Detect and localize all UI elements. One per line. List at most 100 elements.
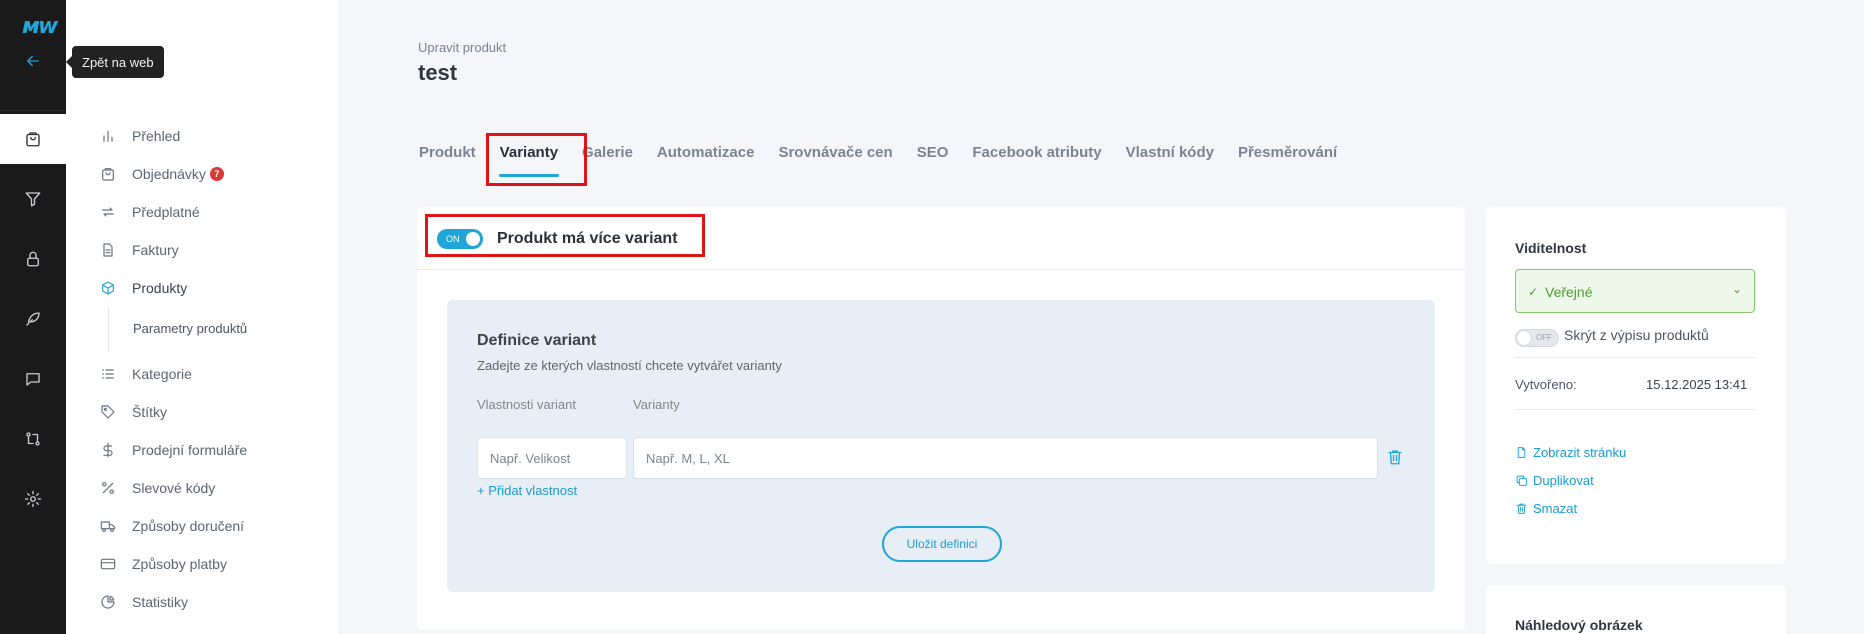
sidebar-item-invoices[interactable]: Faktury bbox=[100, 242, 179, 258]
visibility-select[interactable]: ✓ Veřejné ⌄ bbox=[1515, 269, 1755, 313]
rail-item-messages[interactable] bbox=[0, 354, 66, 404]
tab-redirects[interactable]: Přesměrování bbox=[1238, 144, 1337, 161]
chat-icon bbox=[26, 373, 40, 386]
divider bbox=[1515, 409, 1755, 410]
tab-price-comparators[interactable]: Srovnávače cen bbox=[778, 144, 892, 161]
created-label: Vytvořeno: bbox=[1515, 377, 1577, 392]
divider bbox=[1515, 357, 1755, 358]
sidebar-item-subscriptions[interactable]: Předplatné bbox=[100, 204, 200, 220]
hide-from-listing-toggle[interactable]: OFF bbox=[1515, 329, 1559, 347]
sidebar-item-label: Objednávky bbox=[132, 166, 206, 182]
tag-icon bbox=[101, 405, 115, 419]
hide-from-listing-label: Skrýt z výpisu produktů bbox=[1564, 327, 1709, 343]
funnel-icon bbox=[25, 192, 41, 207]
repeat-icon bbox=[102, 207, 114, 217]
sidebar-item-label: Způsoby doručení bbox=[132, 518, 245, 534]
truck-icon bbox=[100, 521, 116, 532]
sidebar-item-label: Statistiky bbox=[132, 594, 189, 610]
list-icon bbox=[102, 369, 114, 379]
cube-icon bbox=[102, 281, 114, 295]
sidebar-item-delivery[interactable]: Způsoby doručení bbox=[100, 518, 244, 534]
tab-custom-codes[interactable]: Vlastní kódy bbox=[1126, 144, 1214, 161]
rail-item-funnel[interactable] bbox=[0, 174, 66, 224]
credit-card-icon bbox=[100, 558, 116, 570]
sidebar: Přehled Objednávky 7 Předplatné Faktury … bbox=[66, 0, 338, 634]
visibility-value: Veřejné bbox=[1545, 284, 1593, 300]
rail-item-affiliate[interactable] bbox=[0, 414, 66, 464]
submenu-line bbox=[108, 306, 109, 352]
file-icon bbox=[1517, 447, 1526, 458]
toggle-state-label: OFF bbox=[1536, 333, 1552, 342]
visibility-card: Viditelnost ✓ Veřejné ⌄ OFF Skrýt z výpi… bbox=[1486, 207, 1786, 564]
tab-produkt[interactable]: Produkt bbox=[419, 144, 476, 161]
variants-input[interactable] bbox=[633, 437, 1378, 479]
save-definition-button[interactable]: Uložit definici bbox=[882, 526, 1002, 562]
document-icon bbox=[103, 243, 113, 257]
variants-label: Varianty bbox=[633, 397, 680, 412]
view-page-link[interactable]: Zobrazit stránku bbox=[1515, 445, 1626, 460]
rail-item-shop[interactable] bbox=[0, 114, 66, 164]
back-to-web-button[interactable] bbox=[0, 46, 66, 76]
sidebar-item-categories[interactable]: Kategorie bbox=[100, 366, 192, 382]
card-divider bbox=[417, 269, 1465, 270]
property-label: Vlastnosti variant bbox=[477, 397, 576, 412]
tab-automatizace[interactable]: Automatizace bbox=[657, 144, 755, 161]
add-property-button[interactable]: + Přidat vlastnost bbox=[477, 483, 577, 498]
sidebar-item-label: Prodejní formuláře bbox=[132, 442, 248, 458]
shopping-bag-icon bbox=[102, 168, 114, 181]
definition-title: Definice variant bbox=[477, 332, 597, 349]
definition-subtitle: Zadejte ze kterých vlastností chcete vyt… bbox=[477, 358, 782, 373]
variants-heading: Produkt má více variant bbox=[497, 230, 678, 247]
action-label: Duplikovat bbox=[1533, 473, 1594, 488]
percent-icon bbox=[102, 482, 114, 494]
rail-item-members[interactable] bbox=[0, 234, 66, 284]
rail-item-blog[interactable] bbox=[0, 294, 66, 344]
sidebar-item-sales-forms[interactable]: Prodejní formuláře bbox=[100, 442, 247, 458]
check-icon: ✓ bbox=[1528, 285, 1539, 299]
shopping-bag-icon bbox=[26, 132, 40, 147]
sidebar-subitem-product-parameters[interactable]: Parametry produktů bbox=[133, 321, 247, 336]
sidebar-item-label: Způsoby platby bbox=[132, 556, 227, 572]
gear-icon bbox=[24, 490, 42, 508]
bar-chart-icon bbox=[103, 130, 113, 142]
multiple-variants-toggle[interactable]: ON bbox=[437, 229, 483, 249]
sidebar-item-label: Slevové kódy bbox=[132, 480, 216, 496]
rail-divider bbox=[0, 110, 66, 111]
sidebar-item-overview[interactable]: Přehled bbox=[100, 128, 180, 144]
orders-count-badge: 7 bbox=[209, 167, 224, 181]
property-input[interactable] bbox=[477, 437, 627, 479]
git-compare-icon bbox=[26, 432, 40, 446]
visibility-title: Viditelnost bbox=[1515, 240, 1587, 256]
rail-item-settings[interactable] bbox=[0, 474, 66, 524]
sidebar-item-products[interactable]: Produkty bbox=[100, 280, 187, 296]
sidebar-item-label: Kategorie bbox=[132, 366, 192, 382]
sidebar-item-statistics[interactable]: Statistiky bbox=[100, 594, 188, 610]
trash-icon bbox=[1388, 450, 1402, 465]
tab-seo[interactable]: SEO bbox=[917, 144, 949, 161]
sidebar-item-label: Štítky bbox=[132, 404, 168, 420]
sidebar-item-label: Produkty bbox=[132, 280, 188, 296]
lock-icon bbox=[27, 251, 39, 267]
tab-galerie[interactable]: Galerie bbox=[582, 144, 633, 161]
feather-icon bbox=[26, 312, 40, 326]
sidebar-item-orders[interactable]: Objednávky 7 bbox=[100, 166, 224, 182]
copy-icon bbox=[1516, 475, 1527, 486]
tab-highlight-box bbox=[486, 133, 587, 186]
tooltip: Zpět na web bbox=[66, 46, 164, 78]
delete-property-button[interactable] bbox=[1386, 448, 1404, 466]
delete-link[interactable]: Smazat bbox=[1515, 501, 1577, 516]
action-label: Smazat bbox=[1533, 501, 1578, 516]
toggle-state-label: ON bbox=[446, 234, 460, 244]
action-label: Zobrazit stránku bbox=[1533, 445, 1627, 460]
preview-image-card: Náhledový obrázek bbox=[1486, 585, 1786, 634]
toggle-knob bbox=[466, 232, 480, 246]
breadcrumb: Upravit produkt bbox=[418, 40, 507, 55]
tab-facebook-attributes[interactable]: Facebook atributy bbox=[972, 144, 1101, 161]
variant-definition-panel: Definice variant Zadejte ze kterých vlas… bbox=[447, 300, 1435, 592]
sidebar-item-payment[interactable]: Způsoby platby bbox=[100, 556, 227, 572]
dollar-icon bbox=[103, 442, 113, 458]
sidebar-item-tags[interactable]: Štítky bbox=[100, 404, 167, 420]
trash-icon bbox=[1516, 503, 1527, 514]
sidebar-item-discount-codes[interactable]: Slevové kódy bbox=[100, 480, 215, 496]
duplicate-link[interactable]: Duplikovat bbox=[1515, 473, 1594, 488]
